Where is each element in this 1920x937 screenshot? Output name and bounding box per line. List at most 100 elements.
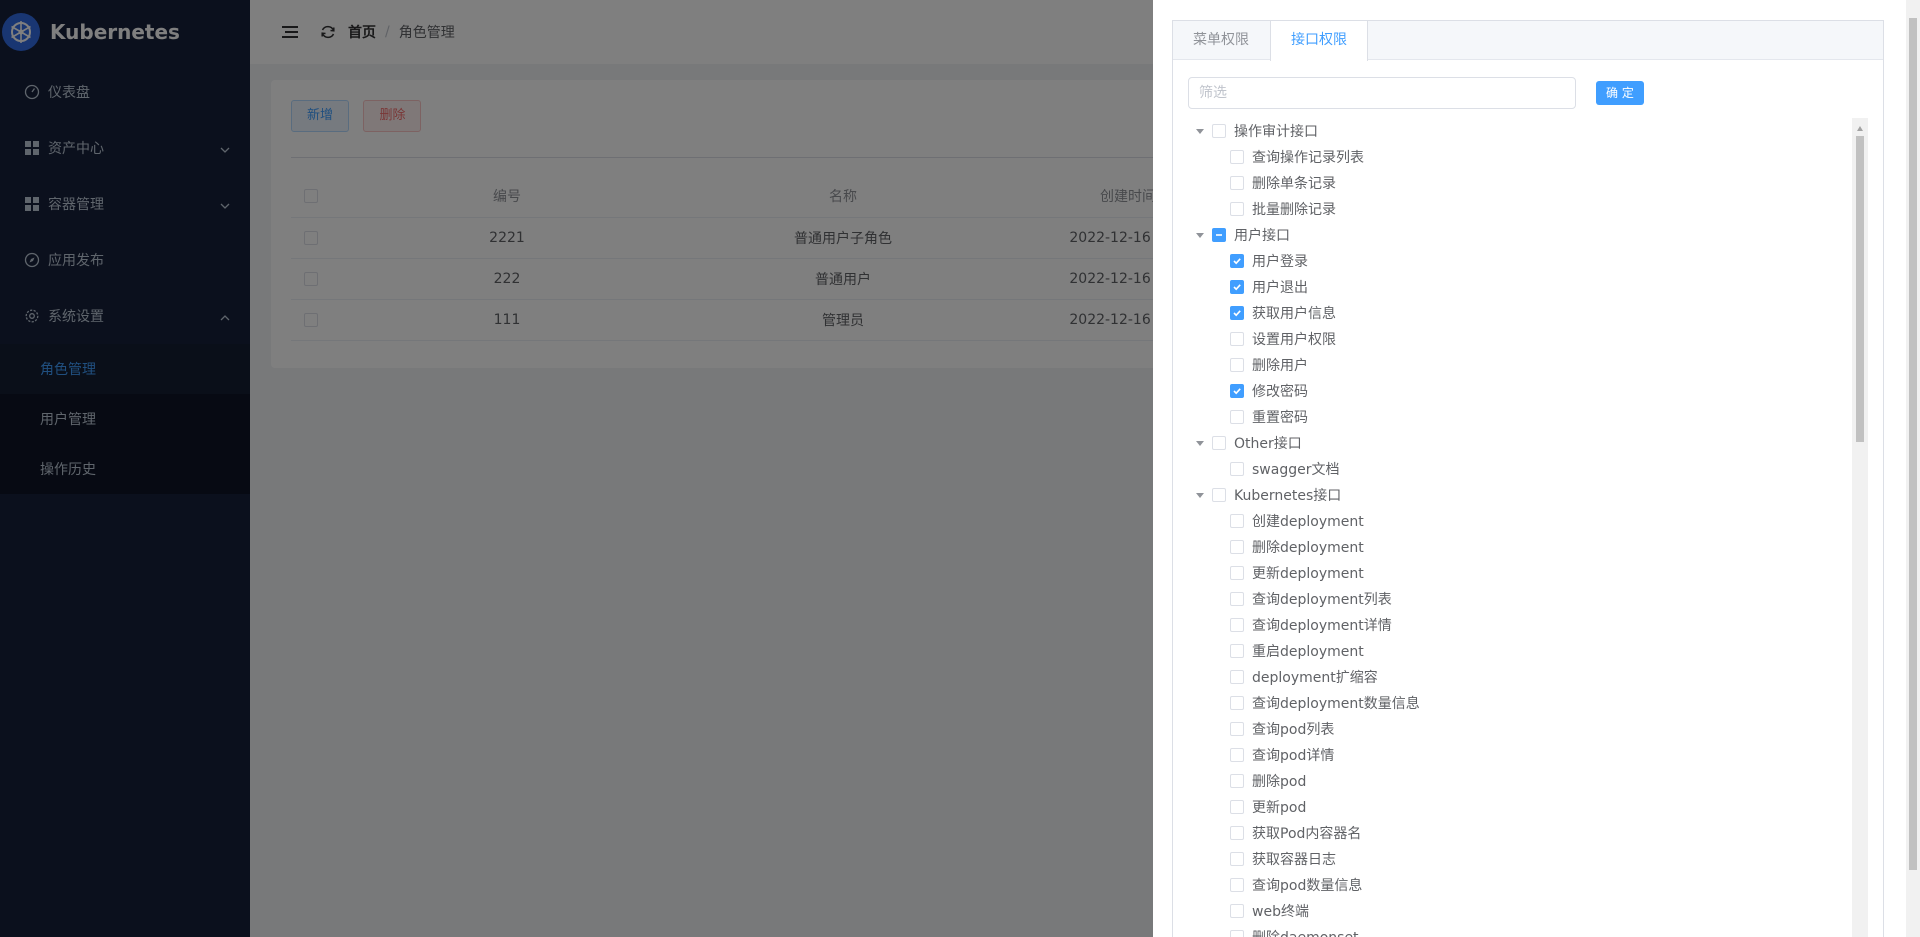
tree-node-label: Kubernetes接口 xyxy=(1234,488,1342,504)
caret-down-icon[interactable] xyxy=(1194,489,1206,501)
tree-checkbox[interactable] xyxy=(1230,462,1244,476)
confirm-button[interactable]: 确 定 xyxy=(1596,81,1644,105)
tree-node-item[interactable]: 修改密码 xyxy=(1188,378,1848,404)
tree-checkbox[interactable] xyxy=(1230,332,1244,346)
tree-node-item[interactable]: web终端 xyxy=(1188,898,1848,924)
tree-node-label: 获取用户信息 xyxy=(1252,306,1336,322)
tree-node-item[interactable]: 删除单条记录 xyxy=(1188,170,1848,196)
tree-node-item[interactable]: 查询pod数量信息 xyxy=(1188,872,1848,898)
tree-node-item[interactable]: 获取用户信息 xyxy=(1188,300,1848,326)
tree-checkbox[interactable] xyxy=(1230,618,1244,632)
tree-node-item[interactable]: 查询pod详情 xyxy=(1188,742,1848,768)
tree-checkbox[interactable] xyxy=(1230,930,1244,937)
tree-checkbox[interactable] xyxy=(1230,878,1244,892)
tree-node-item[interactable]: 重置密码 xyxy=(1188,404,1848,430)
tree-checkbox[interactable] xyxy=(1230,150,1244,164)
tree-node-label: 删除pod xyxy=(1252,774,1307,790)
tree-checkbox[interactable] xyxy=(1230,592,1244,606)
tree-node-label: 操作审计接口 xyxy=(1234,124,1318,140)
tree-checkbox[interactable] xyxy=(1230,280,1244,294)
tree-node-label: 查询操作记录列表 xyxy=(1252,150,1364,166)
tree-node-item[interactable]: 用户退出 xyxy=(1188,274,1848,300)
filter-row: 确 定 xyxy=(1188,77,1644,109)
tree-node-item[interactable]: 查询deployment详情 xyxy=(1188,612,1848,638)
tab-menu-permissions[interactable]: 菜单权限 xyxy=(1173,21,1270,59)
scrollbar-thumb[interactable] xyxy=(1909,18,1917,870)
tree-checkbox[interactable] xyxy=(1212,488,1226,502)
scrollbar-thumb[interactable] xyxy=(1856,136,1864,442)
tree-checkbox[interactable] xyxy=(1230,774,1244,788)
tree-checkbox[interactable] xyxy=(1230,540,1244,554)
tree-node-label: 创建deployment xyxy=(1252,514,1364,530)
tree-checkbox[interactable] xyxy=(1230,254,1244,268)
tree-node-item[interactable]: deployment扩缩容 xyxy=(1188,664,1848,690)
tree-checkbox[interactable] xyxy=(1230,722,1244,736)
tab-api-permissions[interactable]: 接口权限 xyxy=(1270,21,1368,61)
tree-node-label: 更新deployment xyxy=(1252,566,1364,582)
tree-checkbox[interactable] xyxy=(1230,410,1244,424)
tree-checkbox[interactable] xyxy=(1230,514,1244,528)
permission-tree-container: 操作审计接口查询操作记录列表 删除单条记录批量删除记录用户接口用户登录用户退出获取… xyxy=(1188,118,1868,937)
tree-node-item[interactable]: 用户登录 xyxy=(1188,248,1848,274)
tree-node-group[interactable]: Other接口 xyxy=(1188,430,1848,456)
tree-node-item[interactable]: 删除deployment xyxy=(1188,534,1848,560)
tree-node-label: 更新pod xyxy=(1252,800,1307,816)
tree-checkbox[interactable] xyxy=(1230,670,1244,684)
tree-node-item[interactable]: 删除用户 xyxy=(1188,352,1848,378)
tree-node-item[interactable]: 查询pod列表 xyxy=(1188,716,1848,742)
tree-checkbox[interactable] xyxy=(1230,644,1244,658)
tree-checkbox[interactable] xyxy=(1230,696,1244,710)
tree-checkbox[interactable] xyxy=(1212,228,1226,242)
tree-node-group[interactable]: 用户接口 xyxy=(1188,222,1848,248)
tree-checkbox[interactable] xyxy=(1212,436,1226,450)
caret-down-icon[interactable] xyxy=(1194,229,1206,241)
tree-checkbox[interactable] xyxy=(1230,566,1244,580)
tree-checkbox[interactable] xyxy=(1230,176,1244,190)
tree-node-item[interactable]: 删除pod xyxy=(1188,768,1848,794)
tree-node-item[interactable]: 更新deployment xyxy=(1188,560,1848,586)
scroll-up-arrow-icon[interactable] xyxy=(1856,121,1864,131)
tree-node-item[interactable]: 查询deployment数量信息 xyxy=(1188,690,1848,716)
tree-node-label: web终端 xyxy=(1252,904,1309,920)
tree-node-item[interactable]: 设置用户权限 xyxy=(1188,326,1848,352)
caret-down-icon[interactable] xyxy=(1194,125,1206,137)
tree-scrollbar[interactable] xyxy=(1852,118,1868,937)
tree-node-item[interactable]: 查询操作记录列表 xyxy=(1188,144,1848,170)
tree-checkbox[interactable] xyxy=(1230,852,1244,866)
tree-node-item[interactable]: 更新pod xyxy=(1188,794,1848,820)
tree-node-label: Other接口 xyxy=(1234,436,1302,452)
tree-node-item[interactable]: 批量删除记录 xyxy=(1188,196,1848,222)
tree-node-label: 修改密码 xyxy=(1252,384,1308,400)
tree-node-group[interactable]: 操作审计接口 xyxy=(1188,118,1848,144)
permission-tree: 操作审计接口查询操作记录列表 删除单条记录批量删除记录用户接口用户登录用户退出获取… xyxy=(1188,118,1848,937)
tree-node-group[interactable]: Kubernetes接口 xyxy=(1188,482,1848,508)
tree-checkbox[interactable] xyxy=(1230,904,1244,918)
tree-node-label: 删除用户 xyxy=(1252,358,1308,374)
tree-checkbox[interactable] xyxy=(1230,384,1244,398)
tree-node-label: 查询pod详情 xyxy=(1252,748,1335,764)
filter-input[interactable] xyxy=(1188,77,1576,109)
tree-node-label: 用户退出 xyxy=(1252,280,1308,296)
tree-node-item[interactable]: swagger文档 xyxy=(1188,456,1848,482)
tree-node-label: 用户接口 xyxy=(1234,228,1290,244)
tree-node-item[interactable]: 删除daemonset xyxy=(1188,924,1848,937)
caret-down-icon[interactable] xyxy=(1194,437,1206,449)
tree-node-item[interactable]: 重启deployment xyxy=(1188,638,1848,664)
permission-tabs: 菜单权限 接口权限 确 定 操作审计接口查询操作记录列表删除单条记录批量删除记录… xyxy=(1172,20,1884,937)
tree-node-item[interactable]: 获取容器日志 xyxy=(1188,846,1848,872)
tree-checkbox[interactable] xyxy=(1230,306,1244,320)
tree-checkbox[interactable] xyxy=(1230,358,1244,372)
tree-checkbox[interactable] xyxy=(1230,800,1244,814)
tree-node-label: 查询deployment详情 xyxy=(1252,618,1392,634)
tree-node-label: 用户登录 xyxy=(1252,254,1308,270)
tree-node-label: 删除单条记录 xyxy=(1252,176,1336,192)
tree-checkbox[interactable] xyxy=(1230,748,1244,762)
permission-drawer: 菜单权限 接口权限 确 定 操作审计接口查询操作记录列表删除单条记录批量删除记录… xyxy=(1153,0,1920,937)
tree-node-item[interactable]: 创建deployment xyxy=(1188,508,1848,534)
tree-node-item[interactable]: 获取Pod内容器名 xyxy=(1188,820,1848,846)
drawer-scrollbar[interactable] xyxy=(1906,0,1920,937)
tree-checkbox[interactable] xyxy=(1230,826,1244,840)
tree-checkbox[interactable] xyxy=(1230,202,1244,216)
tree-node-item[interactable]: 查询deployment列表 xyxy=(1188,586,1848,612)
tree-checkbox[interactable] xyxy=(1212,124,1226,138)
